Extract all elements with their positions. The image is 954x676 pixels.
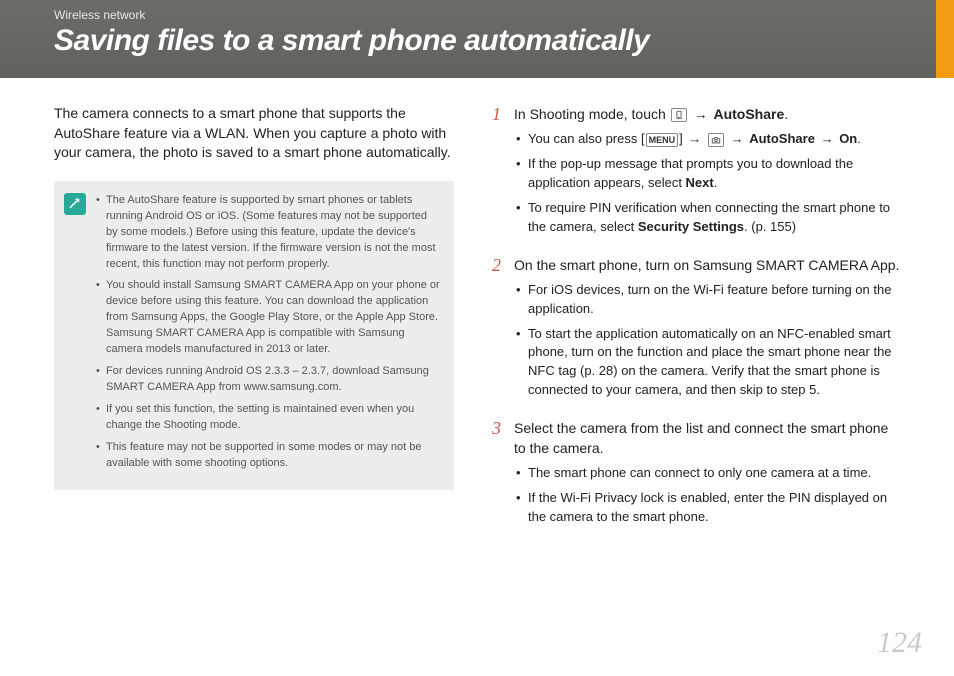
note-icon [64, 193, 86, 215]
sub-item: If the pop-up message that prompts you t… [514, 155, 900, 193]
sub-list: The smart phone can connect to only one … [514, 464, 900, 527]
note-list: The AutoShare feature is supported by sm… [96, 193, 440, 472]
intro-text: The camera connects to a smart phone tha… [54, 104, 454, 163]
step-body: In Shooting mode, touch → AutoShare. You… [514, 104, 900, 243]
sub-item: For iOS devices, turn on the Wi-Fi featu… [514, 281, 900, 319]
text: ] [679, 131, 686, 146]
bold-text: On [839, 131, 857, 146]
text: You can also press [ [528, 131, 645, 146]
note-box: The AutoShare feature is supported by sm… [54, 181, 454, 490]
step-3: 3 Select the camera from the list and co… [492, 418, 900, 533]
phone-icon [671, 108, 687, 122]
section-tab [936, 0, 954, 78]
content-area: The camera connects to a smart phone tha… [0, 78, 954, 545]
left-column: The camera connects to a smart phone tha… [54, 104, 454, 545]
page-header: Wireless network Saving files to a smart… [0, 0, 954, 78]
step-2: 2 On the smart phone, turn on Samsung SM… [492, 255, 900, 406]
step-number: 1 [492, 104, 514, 243]
arrow-icon: → [694, 106, 708, 122]
sub-list: For iOS devices, turn on the Wi-Fi featu… [514, 281, 900, 400]
bold-text: Next [686, 175, 714, 190]
page-title: Saving files to a smart phone automatica… [54, 24, 900, 58]
step-number: 3 [492, 418, 514, 533]
page-number: 124 [877, 626, 922, 660]
step-main: In Shooting mode, touch → AutoShare. [514, 104, 900, 124]
sub-item: If the Wi-Fi Privacy lock is enabled, en… [514, 489, 900, 527]
note-item: For devices running Android OS 2.3.3 – 2… [96, 364, 440, 396]
note-item: If you set this function, the setting is… [96, 402, 440, 434]
arrow-icon: → [821, 131, 834, 146]
sub-list: You can also press [MENU] → → AutoShare … [514, 130, 900, 236]
sub-item: You can also press [MENU] → → AutoShare … [514, 130, 900, 149]
step-1: 1 In Shooting mode, touch → AutoShare. Y… [492, 104, 900, 243]
camera-icon [708, 133, 724, 147]
step-number: 2 [492, 255, 514, 406]
note-item: The AutoShare feature is supported by sm… [96, 193, 440, 273]
menu-button-icon: MENU [646, 133, 679, 147]
sub-item: The smart phone can connect to only one … [514, 464, 900, 483]
arrow-icon: → [688, 131, 701, 146]
arrow-icon: → [731, 131, 744, 146]
bold-text: AutoShare [749, 131, 815, 146]
note-item: You should install Samsung SMART CAMERA … [96, 278, 440, 358]
right-column: 1 In Shooting mode, touch → AutoShare. Y… [492, 104, 900, 545]
step-main: Select the camera from the list and conn… [514, 418, 900, 459]
bold-text: AutoShare [713, 106, 784, 122]
sub-item: To start the application automatically o… [514, 325, 900, 400]
step-body: On the smart phone, turn on Samsung SMAR… [514, 255, 900, 406]
breadcrumb: Wireless network [54, 8, 900, 22]
sub-item: To require PIN verification when connect… [514, 199, 900, 237]
text: . [784, 106, 788, 122]
step-body: Select the camera from the list and conn… [514, 418, 900, 533]
step-main: On the smart phone, turn on Samsung SMAR… [514, 255, 900, 275]
text: . (p. 155) [744, 219, 796, 234]
text: . [857, 131, 861, 146]
text: . [714, 175, 718, 190]
note-item: This feature may not be supported in som… [96, 440, 440, 472]
bold-text: Security Settings [638, 219, 744, 234]
text: In Shooting mode, touch [514, 106, 670, 122]
